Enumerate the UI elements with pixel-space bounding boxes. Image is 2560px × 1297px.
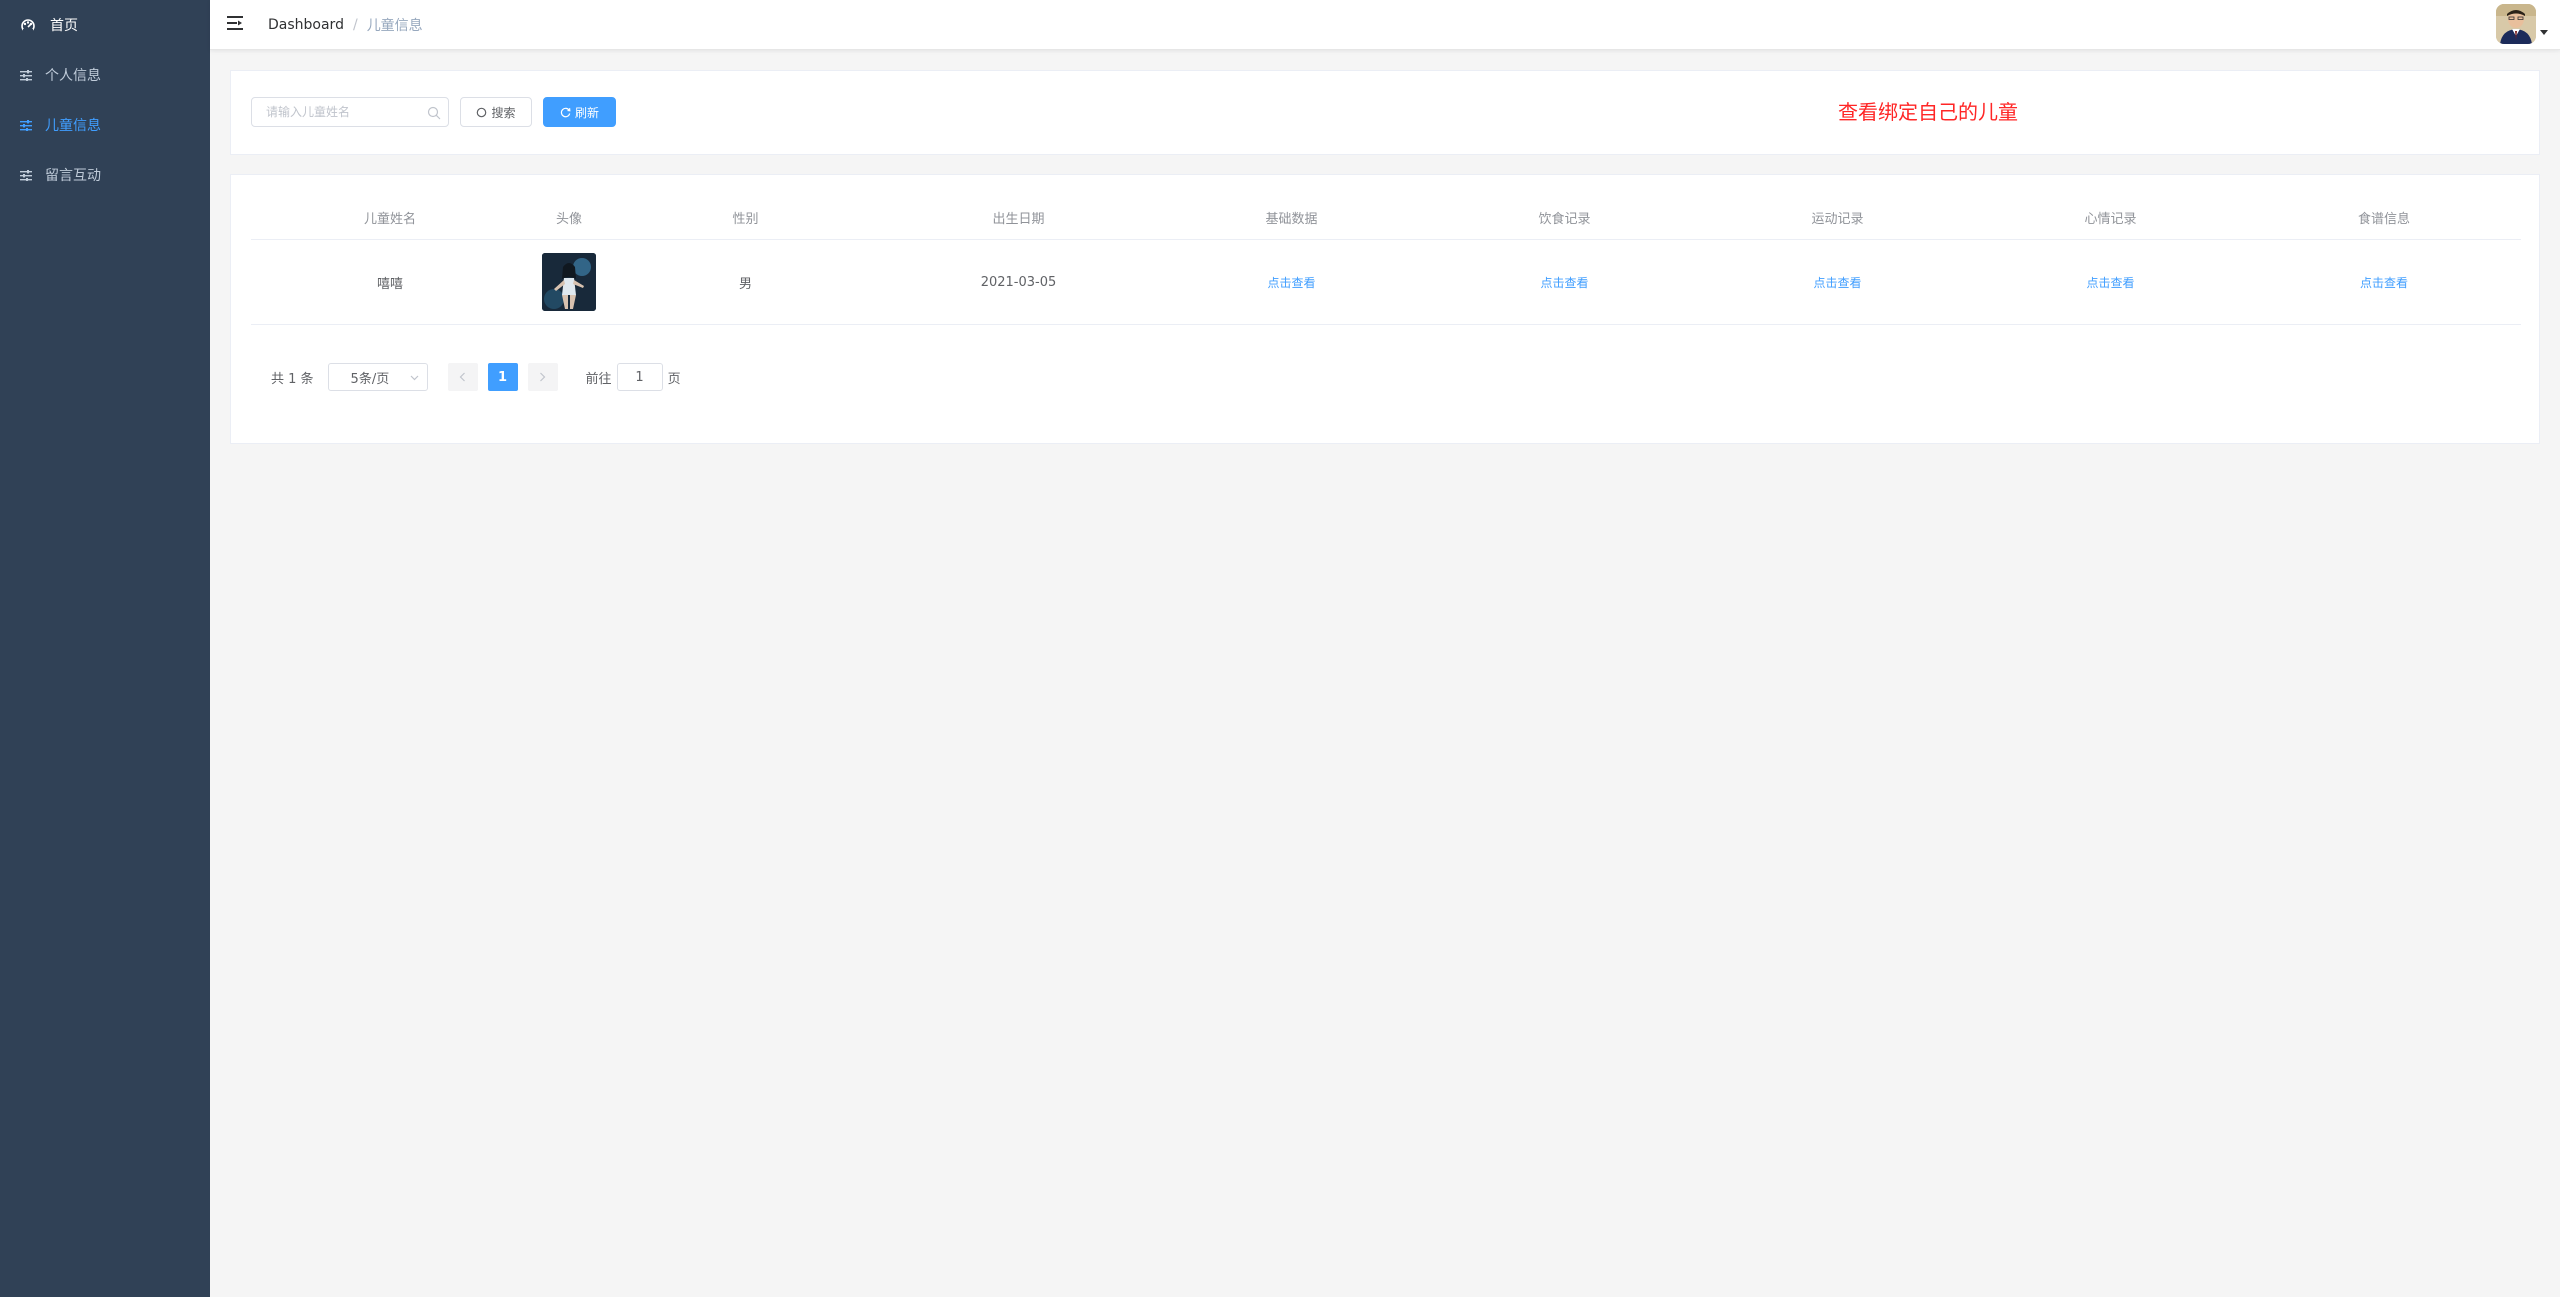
sidebar-item-label: 留言互动	[45, 168, 101, 184]
pagination-total: 共 1 条	[271, 371, 314, 387]
child-name-search-input[interactable]	[251, 97, 449, 127]
search-button[interactable]: 搜索	[460, 97, 532, 127]
sidebar-item-label: 儿童信息	[45, 118, 101, 134]
cell-birth-date: 2021-03-05	[980, 274, 1057, 290]
cell-diet-record: 点击查看	[1428, 240, 1701, 324]
page-jumper: 前往 页	[586, 363, 681, 391]
column-header-exercise-record: 运动记录	[1811, 211, 1864, 227]
cell-exercise-record: 点击查看	[1701, 240, 1974, 324]
column-header-gender: 性别	[732, 211, 759, 227]
sidebar-item-label: 个人信息	[45, 68, 101, 84]
chevron-right-icon	[540, 372, 546, 382]
view-recipe-info-link[interactable]: 点击查看	[2360, 274, 2408, 291]
column-header-mood-record: 心情记录	[2084, 211, 2137, 227]
next-page-button[interactable]	[527, 363, 558, 391]
table-header: 儿童姓名 头像 性别 出生日期 基础数据 饮食记录 运动记录 心情记录 食谱信息	[251, 195, 2521, 240]
navbar: Dashboard / 儿童信息	[210, 0, 2560, 50]
goto-page-input[interactable]	[616, 363, 663, 391]
cell-avatar	[529, 240, 609, 324]
user-menu[interactable]	[2496, 4, 2548, 44]
child-avatar-image[interactable]	[542, 253, 596, 311]
view-mood-record-link[interactable]: 点击查看	[2086, 274, 2134, 291]
view-basic-data-link[interactable]: 点击查看	[1267, 274, 1315, 291]
sliders-icon	[18, 117, 34, 133]
avatar[interactable]	[2496, 4, 2536, 44]
sidebar-item-home[interactable]: 首页	[0, 0, 210, 50]
column-header-recipe-info: 食谱信息	[2357, 211, 2410, 227]
refresh-button[interactable]: 刷新	[543, 97, 616, 127]
sidebar: 首页 个人信息 儿童信息 留言互动	[0, 0, 210, 1297]
hamburger-icon[interactable]	[225, 13, 245, 33]
cell-recipe-info: 点击查看	[2247, 240, 2521, 324]
sidebar-item-personal-info[interactable]: 个人信息	[0, 50, 210, 100]
chevron-down-icon	[410, 370, 419, 385]
sliders-icon	[18, 67, 34, 83]
breadcrumb-current: 儿童信息	[366, 18, 423, 34]
page-size-select[interactable]: 5条/页	[327, 363, 428, 391]
refresh-button-label: 刷新	[574, 105, 599, 120]
sliders-icon	[18, 167, 34, 183]
column-header-name: 儿童姓名	[363, 211, 416, 227]
search-icon	[476, 107, 487, 118]
sidebar-item-messages[interactable]: 留言互动	[0, 150, 210, 200]
search-icon	[427, 105, 441, 120]
sidebar-item-child-info[interactable]: 儿童信息	[0, 100, 210, 150]
prev-page-button[interactable]	[447, 363, 478, 391]
bound-children-notice: 查看绑定自己的儿童	[1838, 100, 2018, 124]
breadcrumb: Dashboard / 儿童信息	[268, 0, 423, 50]
column-header-basic-data: 基础数据	[1265, 211, 1318, 227]
page-size-value: 5条/页	[350, 371, 390, 387]
children-table: 儿童姓名 头像 性别 出生日期 基础数据 饮食记录 运动记录 心情记录 食谱信息…	[251, 195, 2521, 325]
column-header-avatar: 头像	[555, 211, 582, 227]
column-header-birth-date: 出生日期	[992, 211, 1045, 227]
view-exercise-record-link[interactable]: 点击查看	[1813, 274, 1861, 291]
refresh-icon	[560, 107, 571, 118]
cell-child-name: 嘻嘻	[376, 276, 403, 292]
search-button-label: 搜索	[491, 105, 516, 120]
view-diet-record-link[interactable]: 点击查看	[1540, 274, 1588, 291]
filter-card: 搜索 刷新 查看绑定自己的儿童	[230, 70, 2540, 155]
breadcrumb-home[interactable]: Dashboard	[268, 17, 344, 33]
caret-down-icon	[2540, 21, 2548, 40]
sidebar-item-label: 首页	[50, 18, 78, 34]
dashboard-icon	[20, 17, 36, 33]
page-number-button[interactable]: 1	[487, 363, 518, 391]
chevron-left-icon	[459, 372, 465, 382]
cell-basic-data: 点击查看	[1155, 240, 1428, 324]
cell-gender: 男	[738, 276, 752, 292]
breadcrumb-separator: /	[352, 17, 358, 33]
pagination: 共 1 条 5条/页 1 前往 页	[251, 362, 681, 392]
goto-label: 前往	[585, 371, 612, 387]
column-header-diet-record: 饮食记录	[1538, 211, 1591, 227]
table-card: 儿童姓名 头像 性别 出生日期 基础数据 饮食记录 运动记录 心情记录 食谱信息…	[230, 174, 2540, 444]
cell-mood-record: 点击查看	[1974, 240, 2247, 324]
table-row: 嘻嘻 男 2021-03-05 点击查看 点击查看 点击查看 点击查看 点击查看	[251, 240, 2521, 325]
page-unit-label: 页	[667, 371, 681, 387]
